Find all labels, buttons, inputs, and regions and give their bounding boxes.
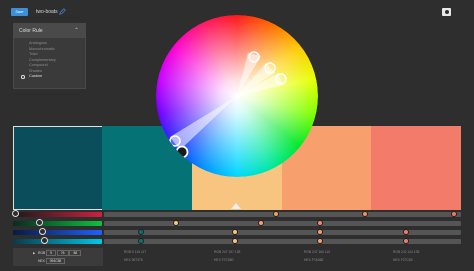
slider-row-red <box>12 210 461 217</box>
color-values: ▶ RGB 9 76 88 HEX 094C58 RGB 5 115 117 H… <box>13 248 461 266</box>
swatch-5[interactable] <box>371 126 461 210</box>
theme-name[interactable]: two-boats <box>36 9 58 15</box>
rgb-values: RGB 247 160 110 <box>304 250 331 254</box>
slider-handle[interactable] <box>36 219 43 226</box>
rule-option-custom[interactable]: Custom <box>14 74 85 80</box>
slider-dot[interactable] <box>232 238 238 244</box>
color-rule-panel: Color Rule ⌃ Analogous Monochromatic Tri… <box>13 23 86 89</box>
hex-label: HEX <box>38 259 45 263</box>
slider-dot[interactable] <box>273 211 279 217</box>
rgb-r-field[interactable]: 9 <box>46 250 56 256</box>
slider-track-active[interactable] <box>13 230 102 235</box>
color-rule-title: Color Rule <box>19 28 43 34</box>
slider-dot[interactable] <box>403 229 409 235</box>
color-rule-dropdown[interactable]: Color Rule ⌃ <box>14 24 85 38</box>
slider-dot[interactable] <box>173 220 179 226</box>
color-sliders <box>12 210 461 246</box>
slider-dot[interactable] <box>258 220 264 226</box>
slider-track-active[interactable] <box>13 239 102 244</box>
rgb-b-field[interactable]: 88 <box>69 250 82 256</box>
radio-icon[interactable] <box>21 75 25 79</box>
hex-values: HEX 094C58 <box>38 258 66 264</box>
hex-field[interactable]: 094C58 <box>45 258 66 264</box>
slider-row-green <box>13 219 461 226</box>
slider-dot[interactable] <box>403 238 409 244</box>
value-cell-2: RGB 5 115 117 HEX 057375 <box>102 248 192 266</box>
slider-dot[interactable] <box>362 211 368 217</box>
chevron-up-icon[interactable]: ⌃ <box>74 27 79 34</box>
slider-dot[interactable] <box>138 229 144 235</box>
slider-track-active[interactable] <box>13 212 102 217</box>
wheel-handle-4[interactable] <box>169 135 181 147</box>
color-wheel[interactable] <box>156 15 318 177</box>
slider-dot[interactable] <box>451 211 457 217</box>
pencil-icon[interactable] <box>59 8 66 15</box>
rgb-values: RGB 9 76 88 <box>38 250 82 256</box>
rgb-values: RGB 242 124 105 <box>393 250 420 254</box>
slider-dot[interactable] <box>232 229 238 235</box>
hex-values: HEX F7C580 <box>214 258 234 262</box>
triangle-icon[interactable]: ▶ <box>33 251 35 255</box>
slider-dot[interactable] <box>317 229 323 235</box>
slider-handle[interactable] <box>12 210 19 217</box>
wheel-handle-base[interactable] <box>175 145 189 159</box>
camera-icon[interactable] <box>442 8 451 16</box>
slider-dot[interactable] <box>138 238 144 244</box>
wheel-handles <box>169 51 287 159</box>
selection-marker <box>231 203 241 209</box>
rule-option-custom-label: Custom <box>29 74 43 78</box>
wheel-handle-2[interactable] <box>264 62 276 74</box>
swatch-1[interactable] <box>13 126 103 210</box>
rgb-g-field[interactable]: 76 <box>56 250 69 256</box>
rgb-values: RGB 5 115 117 <box>124 250 147 254</box>
rgb-label: RGB <box>38 251 46 255</box>
value-cell-5: RGB 242 124 105 HEX F27C69 <box>371 248 461 266</box>
value-cell-1: ▶ RGB 9 76 88 HEX 094C58 <box>13 248 103 266</box>
color-rule-list: Analogous Monochromatic Triad Complement… <box>14 41 85 80</box>
hex-values: HEX F7A06E <box>304 258 324 262</box>
wheel-handle-1[interactable] <box>248 51 260 63</box>
hex-values: HEX F27C69 <box>393 258 413 262</box>
slider-row-cyan <box>13 237 461 244</box>
slider-row-blue <box>13 228 461 235</box>
slider-track-active[interactable] <box>13 221 102 226</box>
save-button[interactable]: Save <box>11 8 28 16</box>
hex-values: HEX 057375 <box>124 258 143 262</box>
slider-dot[interactable] <box>317 238 323 244</box>
slider-dot[interactable] <box>317 220 323 226</box>
value-cell-4: RGB 247 160 110 HEX F7A06E <box>282 248 372 266</box>
rgb-values: RGB 247 197 128 <box>214 250 241 254</box>
slider-track[interactable] <box>104 212 461 217</box>
wheel-handle-3[interactable] <box>275 73 287 85</box>
slider-handle[interactable] <box>41 237 48 244</box>
slider-track[interactable] <box>104 221 461 226</box>
value-cell-3: RGB 247 197 128 HEX F7C580 <box>192 248 282 266</box>
slider-handle[interactable] <box>39 228 46 235</box>
